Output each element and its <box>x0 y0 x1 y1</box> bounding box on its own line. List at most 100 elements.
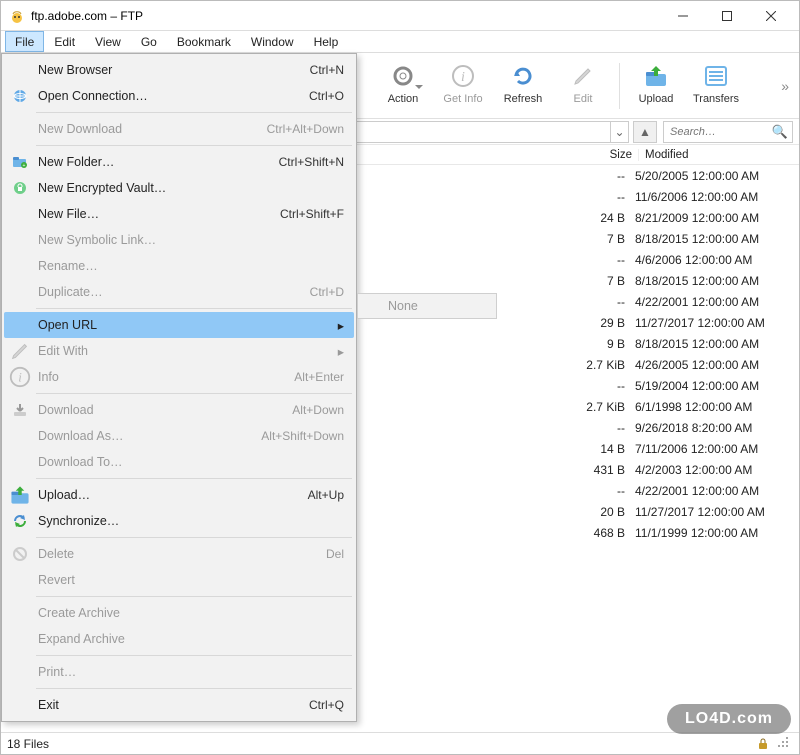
cell-modified: 4/6/2006 12:00:00 AM <box>633 253 793 267</box>
menu-item-accel: Ctrl+D <box>310 285 344 299</box>
upload-button[interactable]: Upload <box>626 55 686 117</box>
table-row[interactable]: 14 B 7/11/2006 12:00:00 AM <box>583 438 793 459</box>
cell-size: 14 B <box>583 442 633 456</box>
menu-item-new-browser[interactable]: New Browser Ctrl+N <box>4 57 354 83</box>
cell-size: 7 B <box>583 232 633 246</box>
menu-item-open-connection[interactable]: Open Connection… Ctrl+O <box>4 83 354 109</box>
refresh-button[interactable]: Refresh <box>493 55 553 117</box>
info-icon: i <box>445 61 481 91</box>
search-input[interactable] <box>668 125 772 139</box>
blank <box>8 282 32 302</box>
menu-item-accel: Alt+Up <box>308 488 344 502</box>
menu-item-label: New Download <box>32 122 267 136</box>
cell-modified: 8/21/2009 12:00:00 AM <box>633 211 793 225</box>
menu-go[interactable]: Go <box>131 31 167 52</box>
table-row[interactable]: 431 B 4/2/2003 12:00:00 AM <box>583 459 793 480</box>
menu-help[interactable]: Help <box>304 31 349 52</box>
upload-icon <box>638 61 674 91</box>
menu-item-label: Create Archive <box>32 606 344 620</box>
search-box[interactable]: 🔍 <box>663 121 793 143</box>
menu-item-new-file[interactable]: New File… Ctrl+Shift+F <box>4 201 354 227</box>
toolbar-separator <box>619 63 620 109</box>
maximize-button[interactable] <box>705 1 749 30</box>
menu-view[interactable]: View <box>85 31 131 52</box>
menu-item-label: Delete <box>32 547 326 561</box>
blank <box>8 452 32 472</box>
nav-up-button[interactable]: ▲ <box>633 121 657 143</box>
menu-item-synchronize[interactable]: Synchronize… <box>4 508 354 534</box>
table-row[interactable]: -- 5/19/2004 12:00:00 AM <box>583 375 793 396</box>
table-row[interactable]: -- 11/6/2006 12:00:00 AM <box>583 186 793 207</box>
blank <box>8 204 32 224</box>
blank <box>8 695 32 715</box>
menu-item-download: Download Alt+Down <box>4 397 354 423</box>
table-row[interactable]: 2.7 KiB 6/1/1998 12:00:00 AM <box>583 396 793 417</box>
table-row[interactable]: -- 4/6/2006 12:00:00 AM <box>583 249 793 270</box>
toolbar-label: Edit <box>574 93 593 105</box>
chevron-down-icon[interactable]: ⌄ <box>610 122 628 142</box>
table-row[interactable]: 7 B 8/18/2015 12:00:00 AM <box>583 270 793 291</box>
menu-item-new-folder[interactable]: + New Folder… Ctrl+Shift+N <box>4 149 354 175</box>
menu-item-label: Info <box>32 370 294 384</box>
menu-bookmark[interactable]: Bookmark <box>167 31 241 52</box>
menu-item-label: Print… <box>32 665 344 679</box>
cell-modified: 4/22/2001 12:00:00 AM <box>633 484 793 498</box>
table-row[interactable]: 24 B 8/21/2009 12:00:00 AM <box>583 207 793 228</box>
action-button[interactable]: Action <box>373 55 433 117</box>
table-row[interactable]: 2.7 KiB 4/26/2005 12:00:00 AM <box>583 354 793 375</box>
menu-item-exit[interactable]: Exit Ctrl+Q <box>4 692 354 718</box>
menu-item-download-as: Download As… Alt+Shift+Down <box>4 423 354 449</box>
column-header-modified[interactable]: Modified <box>639 149 799 161</box>
table-row[interactable]: -- 9/26/2018 8:20:00 AM <box>583 417 793 438</box>
cell-size: -- <box>583 295 633 309</box>
svg-text:i: i <box>461 70 465 85</box>
menu-item-new-encrypted-vault[interactable]: New Encrypted Vault… <box>4 175 354 201</box>
chevron-right-icon: ▸ <box>338 344 344 359</box>
menu-separator <box>36 308 352 309</box>
blank <box>8 426 32 446</box>
search-icon[interactable]: 🔍 <box>772 124 788 140</box>
menu-file[interactable]: File <box>5 31 44 52</box>
menu-item-label: New Folder… <box>32 155 279 169</box>
menu-item-accel: Alt+Down <box>292 403 344 417</box>
menu-item-label: Open URL <box>32 318 332 332</box>
menu-item-accel: Ctrl+Q <box>309 698 344 712</box>
table-row[interactable]: 9 B 8/18/2015 12:00:00 AM <box>583 333 793 354</box>
minimize-button[interactable] <box>661 1 705 30</box>
menu-window[interactable]: Window <box>241 31 304 52</box>
svg-text:+: + <box>23 163 26 169</box>
blank <box>8 119 32 139</box>
table-row[interactable]: 7 B 8/18/2015 12:00:00 AM <box>583 228 793 249</box>
menu-item-upload[interactable]: Upload… Alt+Up <box>4 482 354 508</box>
cell-size: -- <box>583 379 633 393</box>
cell-modified: 7/11/2006 12:00:00 AM <box>633 442 793 456</box>
table-row[interactable]: -- 4/22/2001 12:00:00 AM <box>583 291 793 312</box>
menu-item-label: Upload… <box>32 488 308 502</box>
menu-item-label: Edit With <box>32 344 332 358</box>
edit-button: Edit <box>553 55 613 117</box>
cell-size: 20 B <box>583 505 633 519</box>
table-row[interactable]: -- 4/22/2001 12:00:00 AM <box>583 480 793 501</box>
menu-edit[interactable]: Edit <box>44 31 85 52</box>
table-row[interactable]: -- 5/20/2005 12:00:00 AM <box>583 165 793 186</box>
menu-item-label: Duplicate… <box>32 285 310 299</box>
close-button[interactable] <box>749 1 793 30</box>
menu-item-open-url[interactable]: Open URL ▸ <box>4 312 354 338</box>
menu-item-duplicate: Duplicate… Ctrl+D <box>4 279 354 305</box>
cell-modified: 8/18/2015 12:00:00 AM <box>633 232 793 246</box>
refresh-icon <box>505 61 541 91</box>
table-row[interactable]: 29 B 11/27/2017 12:00:00 AM <box>583 312 793 333</box>
open-url-submenu: None <box>357 293 497 319</box>
menu-item-print: Print… <box>4 659 354 685</box>
menu-item-new-download: New Download Ctrl+Alt+Down <box>4 116 354 142</box>
menu-item-label: Revert <box>32 573 344 587</box>
toolbar-overflow[interactable]: » <box>781 78 799 94</box>
column-header-size[interactable]: Size <box>599 149 639 161</box>
cell-modified: 5/20/2005 12:00:00 AM <box>633 169 793 183</box>
blank <box>8 60 32 80</box>
lock-icon <box>755 736 771 752</box>
cell-modified: 11/27/2017 12:00:00 AM <box>633 505 793 519</box>
transfers-button[interactable]: Transfers <box>686 55 746 117</box>
table-row[interactable]: 20 B 11/27/2017 12:00:00 AM <box>583 501 793 522</box>
table-row[interactable]: 468 B 11/1/1999 12:00:00 AM <box>583 522 793 543</box>
